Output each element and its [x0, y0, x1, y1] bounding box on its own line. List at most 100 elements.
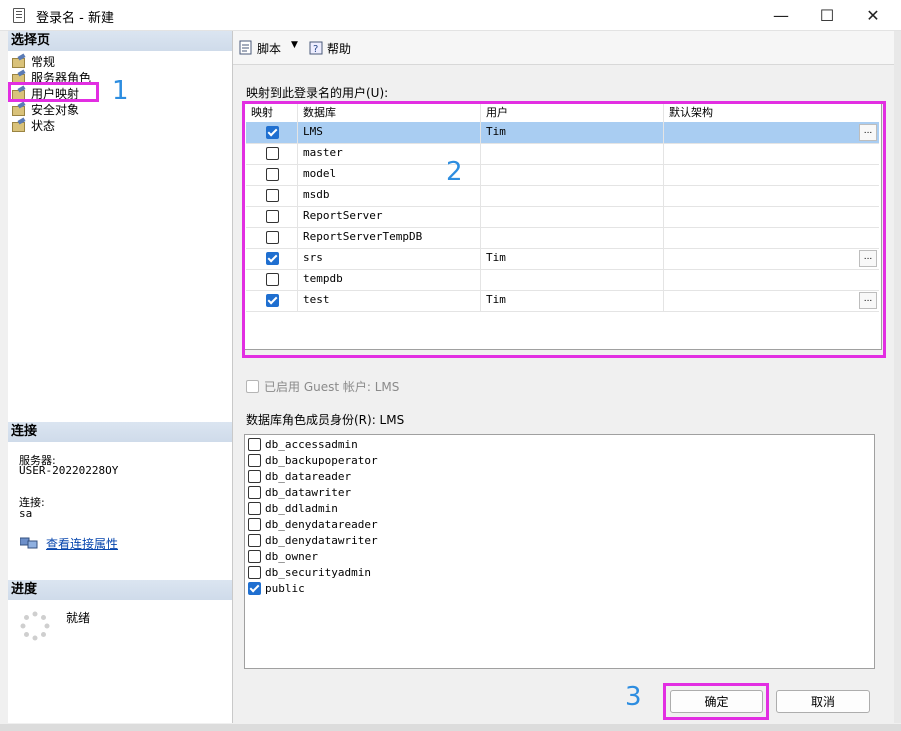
role-name: db_ddladmin: [265, 501, 338, 515]
default-schema-cell[interactable]: [664, 143, 879, 164]
page-item-2[interactable]: 用户映射: [12, 85, 79, 101]
role-item[interactable]: db_datawriter: [248, 484, 351, 500]
grid-row[interactable]: LMS Tim...: [246, 122, 879, 144]
script-button[interactable]: 脚本: [257, 40, 281, 57]
database-cell[interactable]: ReportServerTempDB: [298, 227, 481, 248]
page-wrench-icon: [12, 55, 26, 68]
database-cell[interactable]: tempdb: [298, 269, 481, 290]
column-header-database: 数据库: [298, 104, 481, 122]
help-button[interactable]: 帮助: [327, 40, 351, 57]
script-dropdown-chevron-icon[interactable]: ▼: [291, 40, 298, 50]
connection-header: 连接: [8, 422, 232, 442]
minimize-button[interactable]: —: [758, 0, 804, 30]
database-cell[interactable]: LMS: [298, 122, 481, 143]
default-schema-cell[interactable]: [664, 227, 879, 248]
guest-label: 已启用 Guest 帐户: LMS: [264, 380, 400, 394]
grid-row[interactable]: ReportServer: [246, 206, 879, 228]
page-wrench-icon: [12, 71, 26, 84]
schema-browse-button[interactable]: ...: [859, 250, 877, 267]
role-checkbox[interactable]: [248, 517, 261, 531]
database-cell[interactable]: ReportServer: [298, 206, 481, 227]
role-checkbox[interactable]: [248, 453, 261, 467]
role-item[interactable]: public: [248, 580, 305, 596]
annotation-number-3: 3: [625, 682, 642, 712]
grid-row[interactable]: msdb: [246, 185, 879, 207]
page-item-label: 用户映射: [31, 86, 80, 101]
close-button[interactable]: ✕: [850, 0, 896, 30]
role-checkbox[interactable]: [248, 485, 261, 499]
map-checkbox[interactable]: [266, 231, 279, 244]
maximize-button[interactable]: ☐: [804, 0, 850, 30]
annotation-number-1: 1: [112, 76, 129, 106]
page-item-0[interactable]: 常规: [12, 53, 55, 69]
database-cell[interactable]: srs: [298, 248, 481, 269]
grid-row[interactable]: srs Tim...: [246, 248, 879, 270]
map-checkbox[interactable]: [266, 189, 279, 202]
roles-label: 数据库角色成员身份(R): LMS: [246, 413, 405, 427]
map-checkbox[interactable]: [266, 252, 279, 265]
default-schema-cell[interactable]: [664, 122, 879, 143]
user-cell[interactable]: [481, 269, 664, 290]
default-schema-cell[interactable]: [664, 248, 879, 269]
role-item[interactable]: db_denydatareader: [248, 516, 378, 532]
guest-checkbox[interactable]: [246, 380, 259, 393]
role-item[interactable]: db_denydatawriter: [248, 532, 378, 548]
role-item[interactable]: db_accessadmin: [248, 436, 358, 452]
main-pane: 映射到此登录名的用户(U): 映射 数据库 用户 默认架构 LMS Tim... m…: [233, 65, 894, 679]
map-checkbox[interactable]: [266, 273, 279, 286]
map-checkbox[interactable]: [266, 294, 279, 307]
role-checkbox[interactable]: [248, 565, 261, 579]
column-header-user: 用户: [481, 104, 664, 122]
user-cell[interactable]: [481, 164, 664, 185]
database-cell[interactable]: test: [298, 290, 481, 311]
grid-row[interactable]: tempdb: [246, 269, 879, 291]
role-checkbox[interactable]: [248, 437, 261, 451]
default-schema-cell[interactable]: [664, 164, 879, 185]
cancel-button[interactable]: 取消: [776, 690, 870, 713]
user-cell[interactable]: Tim: [481, 290, 664, 311]
grid-row[interactable]: ReportServerTempDB: [246, 227, 879, 249]
grid-row[interactable]: test Tim...: [246, 290, 879, 312]
map-checkbox[interactable]: [266, 210, 279, 223]
page-item-1[interactable]: 服务器角色: [12, 69, 91, 85]
left-pane: 选择页 常规 服务器角色 用户映射 安全对象 状态 连接 服务器: USER-20220…: [8, 31, 233, 723]
role-checkbox[interactable]: [248, 469, 261, 483]
map-cell: [246, 269, 298, 290]
role-item[interactable]: db_backupoperator: [248, 452, 378, 468]
map-cell: [246, 122, 298, 143]
map-checkbox[interactable]: [266, 126, 279, 139]
user-cell[interactable]: [481, 185, 664, 206]
ok-button[interactable]: 确定: [670, 690, 763, 713]
role-checkbox[interactable]: [248, 501, 261, 515]
column-header-mapped: 映射: [246, 104, 298, 122]
default-schema-cell[interactable]: [664, 290, 879, 311]
user-cell[interactable]: Tim: [481, 248, 664, 269]
map-cell: [246, 248, 298, 269]
view-connection-properties-link[interactable]: 查看连接属性: [46, 535, 118, 552]
schema-browse-button[interactable]: ...: [859, 292, 877, 309]
role-checkbox[interactable]: [248, 533, 261, 547]
user-cell[interactable]: [481, 206, 664, 227]
user-cell[interactable]: [481, 143, 664, 164]
schema-browse-button[interactable]: ...: [859, 124, 877, 141]
grid-row[interactable]: model: [246, 164, 879, 186]
role-item[interactable]: db_ddladmin: [248, 500, 338, 516]
database-cell[interactable]: msdb: [298, 185, 481, 206]
default-schema-cell[interactable]: [664, 206, 879, 227]
map-cell: [246, 206, 298, 227]
default-schema-cell[interactable]: [664, 269, 879, 290]
default-schema-cell[interactable]: [664, 185, 879, 206]
role-checkbox[interactable]: [248, 549, 261, 563]
grid-row[interactable]: master: [246, 143, 879, 165]
user-cell[interactable]: [481, 227, 664, 248]
map-checkbox[interactable]: [266, 147, 279, 160]
window-icon: [13, 8, 25, 23]
role-item[interactable]: db_securityadmin: [248, 564, 371, 580]
role-checkbox[interactable]: [248, 581, 261, 595]
role-item[interactable]: db_datareader: [248, 468, 351, 484]
map-checkbox[interactable]: [266, 168, 279, 181]
role-item[interactable]: db_owner: [248, 548, 318, 564]
page-item-4[interactable]: 状态: [12, 117, 55, 133]
page-item-3[interactable]: 安全对象: [12, 101, 79, 117]
user-cell[interactable]: Tim: [481, 122, 664, 143]
